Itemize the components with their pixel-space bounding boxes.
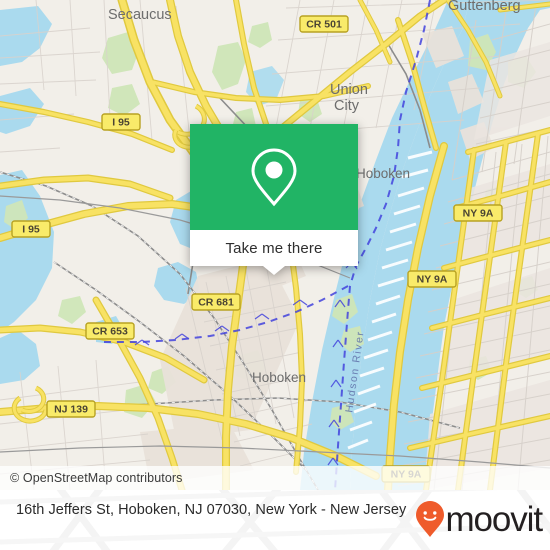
map-label-union-city-2: City (334, 98, 360, 114)
svg-text:I 95: I 95 (112, 117, 130, 129)
svg-text:CR 653: CR 653 (92, 326, 128, 338)
location-callout-card[interactable]: Take me there (190, 124, 358, 275)
svg-text:NY 9A: NY 9A (417, 274, 448, 286)
attribution-text[interactable]: © OpenStreetMap contributors (0, 471, 183, 485)
moovit-map-screenshot: Hudson River Secaucus Guttenberg Union C… (0, 0, 550, 550)
map-label-hoboken-upper: Hoboken (356, 166, 410, 181)
map-label-union-city-1: Union (330, 82, 368, 98)
shield-cr-653: CR 653 (85, 322, 135, 340)
map-label-secaucus: Secaucus (108, 7, 172, 23)
shield-cr-501: CR 501 (299, 15, 349, 33)
shield-ny9a-upper: NY 9A (453, 204, 503, 222)
map-label-hoboken: Hoboken (252, 370, 306, 385)
card-footer[interactable]: Take me there (190, 230, 358, 275)
shield-ny9a-mid: NY 9A (407, 270, 457, 288)
map-attribution-bar: © OpenStreetMap contributors (0, 466, 550, 490)
map-pin-icon (251, 148, 297, 207)
svg-text:I 95: I 95 (22, 224, 40, 236)
card-header (190, 124, 358, 230)
moovit-wordmark: moovit (445, 499, 544, 539)
shield-cr-681: CR 681 (191, 293, 241, 311)
moovit-logo[interactable]: moovit (415, 500, 543, 538)
card-pointer-tail (263, 266, 285, 275)
svg-text:NY 9A: NY 9A (463, 208, 494, 220)
location-address-text: 16th Jeffers St, Hoboken, NJ 07030, New … (16, 502, 407, 518)
shield-nj-139: NJ 139 (46, 400, 96, 418)
shield-i95-left: I 95 (11, 220, 51, 238)
svg-text:CR 681: CR 681 (198, 297, 234, 309)
map-label-guttenberg: Guttenberg (448, 0, 521, 14)
moovit-smiley-pin-icon (415, 501, 444, 537)
svg-text:NJ 139: NJ 139 (54, 404, 88, 416)
svg-text:CR 501: CR 501 (306, 19, 342, 31)
take-me-there-button[interactable]: Take me there (226, 240, 323, 257)
footer-bar: 16th Jeffers St, Hoboken, NJ 07030, New … (0, 490, 550, 550)
shield-i95-upper: I 95 (101, 113, 141, 131)
